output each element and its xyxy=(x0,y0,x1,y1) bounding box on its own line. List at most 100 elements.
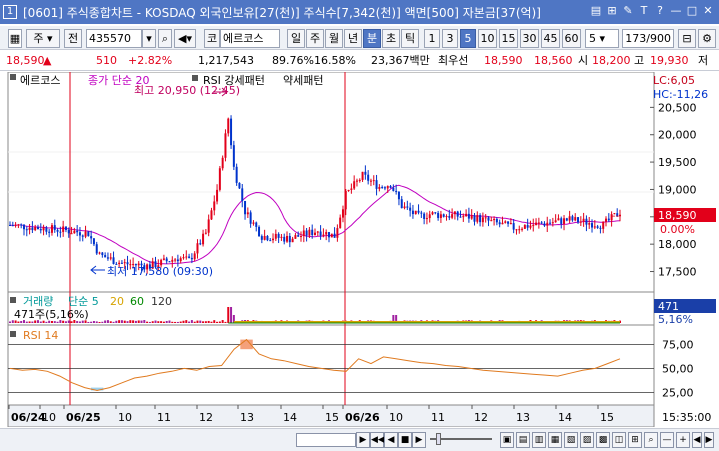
search-icon[interactable]: ⌕ xyxy=(158,29,172,48)
view-icon-6[interactable]: ▨ xyxy=(580,432,594,448)
candle-body xyxy=(120,262,123,264)
tag-rsi-weak[interactable]: 약세패턴 xyxy=(283,73,323,87)
volume-bar xyxy=(196,320,199,323)
text-icon[interactable]: T xyxy=(637,4,651,18)
candle-body xyxy=(476,215,479,222)
candle-body xyxy=(210,210,213,220)
code-input[interactable]: 435570 xyxy=(86,29,142,48)
edit-icon[interactable]: ✎ xyxy=(621,4,635,18)
period-day[interactable]: 일 xyxy=(287,29,305,48)
scroll-forward-button[interactable]: ▶ xyxy=(412,432,426,448)
scroll-right-icon[interactable]: ▶ xyxy=(704,432,714,448)
scroll-rewind-button[interactable]: ◀◀ xyxy=(370,432,385,448)
rsi-y-axis: 75,00 50,00 25,00 xyxy=(662,338,694,399)
rsi-grip-icon[interactable] xyxy=(10,331,16,337)
volume-bar xyxy=(168,320,171,323)
candle-body xyxy=(244,200,247,215)
period-minute[interactable]: 분 xyxy=(363,29,381,48)
sound-icon[interactable]: ◀▾ xyxy=(174,29,196,48)
scroll-track[interactable] xyxy=(296,433,356,447)
period-month[interactable]: 월 xyxy=(325,29,343,48)
period-year[interactable]: 년 xyxy=(344,29,362,48)
candle-body xyxy=(493,218,496,221)
interval-10[interactable]: 10 xyxy=(478,29,497,48)
view-icon-3[interactable]: ▥ xyxy=(532,432,546,448)
candle-body xyxy=(330,233,333,238)
x-axis-hour-label: 15 xyxy=(325,411,339,424)
volume-bar xyxy=(182,320,185,323)
tag-volume-ma-120[interactable]: 120 xyxy=(151,295,172,308)
stock-prefix[interactable]: 코 xyxy=(204,29,220,48)
candle-body xyxy=(381,186,384,188)
candle-body xyxy=(202,233,205,245)
split-view-icon[interactable]: ⊟ xyxy=(678,29,696,48)
view-icon-9[interactable]: ⊞ xyxy=(628,432,642,448)
interval-1[interactable]: 1 xyxy=(424,29,440,48)
interval-60[interactable]: 60 xyxy=(562,29,581,48)
interval-45[interactable]: 45 xyxy=(541,29,560,48)
layout-icon[interactable]: ▤ xyxy=(589,4,603,18)
count-select[interactable]: 5 ▾ xyxy=(585,29,619,48)
candle-body xyxy=(109,257,112,259)
zoom-in-button[interactable]: + xyxy=(676,432,690,448)
candle-body xyxy=(551,222,554,224)
candle-body xyxy=(322,234,325,236)
maximize-button[interactable]: □ xyxy=(685,4,699,18)
settings-icon[interactable]: ⚙ xyxy=(698,29,716,48)
current-price-badge-text: 18,590 xyxy=(658,209,697,222)
tag-volume-ma[interactable]: 단순 5 xyxy=(68,295,99,308)
candle-body xyxy=(518,229,521,231)
tag-volume-ma-60[interactable]: 60 xyxy=(130,295,144,308)
search-chart-icon[interactable]: ⌕ xyxy=(644,432,658,448)
tag-rsi[interactable]: RSI 14 xyxy=(23,329,58,342)
zoom-slider-thumb[interactable] xyxy=(436,433,441,445)
stock-name-field: 에르코스 xyxy=(220,29,280,48)
interval-5[interactable]: 5 xyxy=(460,29,476,48)
pane-grip-icon[interactable] xyxy=(10,74,16,80)
candle-body xyxy=(176,259,179,262)
period-second[interactable]: 초 xyxy=(382,29,400,48)
tag-stock[interactable]: 에르코스 xyxy=(20,74,60,87)
scroll-left-icon[interactable]: ◀ xyxy=(692,432,702,448)
rsi-pattern-grip-icon[interactable] xyxy=(192,75,198,81)
interval-3[interactable]: 3 xyxy=(442,29,458,48)
stock-chart-svg[interactable]: 에르코스 종가 단순 20 RSI 강세패턴 약세패턴 LC:6,05 HC:-… xyxy=(0,71,719,428)
volume-bar xyxy=(179,321,182,323)
view-icon-2[interactable]: ▤ xyxy=(516,432,530,448)
minimize-button[interactable]: — xyxy=(669,4,683,18)
market-select[interactable]: 주 ▾ xyxy=(26,29,60,48)
period-week[interactable]: 주 xyxy=(306,29,324,48)
view-icon-4[interactable]: ▦ xyxy=(548,432,562,448)
zoom-out-button[interactable]: — xyxy=(660,432,674,448)
volume-grip-icon[interactable] xyxy=(10,297,16,303)
volume-bar xyxy=(160,321,163,323)
close-button[interactable]: ✕ xyxy=(701,4,715,18)
view-icon-1[interactable]: ▣ xyxy=(500,432,514,448)
market-toggle[interactable]: 전 xyxy=(64,29,82,48)
grid-icon[interactable]: ⊞ xyxy=(605,4,619,18)
interval-15[interactable]: 15 xyxy=(499,29,518,48)
period-tick[interactable]: 틱 xyxy=(401,29,419,48)
candle-body xyxy=(451,214,454,218)
volume-bar xyxy=(112,321,115,323)
scroll-back-button[interactable]: ◀ xyxy=(384,432,398,448)
code-dropdown-icon[interactable]: ▾ xyxy=(142,29,156,48)
help-icon[interactable]: ? xyxy=(653,4,667,18)
candle-body xyxy=(36,227,39,230)
up-arrow-icon: ▲ xyxy=(43,54,52,67)
scroll-start-button[interactable]: ▶ xyxy=(356,432,370,448)
candle-body xyxy=(288,235,291,243)
volume-bar xyxy=(218,321,221,323)
view-icon-5[interactable]: ▧ xyxy=(564,432,578,448)
candle-body xyxy=(372,180,375,182)
tag-volume-ma-20[interactable]: 20 xyxy=(110,295,124,308)
interval-30[interactable]: 30 xyxy=(520,29,539,48)
rsi-y-tick-label: 25,00 xyxy=(662,386,694,399)
stop-button[interactable]: ■ xyxy=(398,432,412,448)
view-icon-8[interactable]: ◫ xyxy=(612,432,626,448)
price-y-tick-label: 19,500 xyxy=(658,156,697,169)
view-icon-7[interactable]: ▩ xyxy=(596,432,610,448)
candle-body xyxy=(308,229,311,236)
chart-area[interactable]: 에르코스 종가 단순 20 RSI 강세패턴 약세패턴 LC:6,05 HC:-… xyxy=(0,71,719,428)
tag-volume[interactable]: 거래량 xyxy=(23,295,53,308)
